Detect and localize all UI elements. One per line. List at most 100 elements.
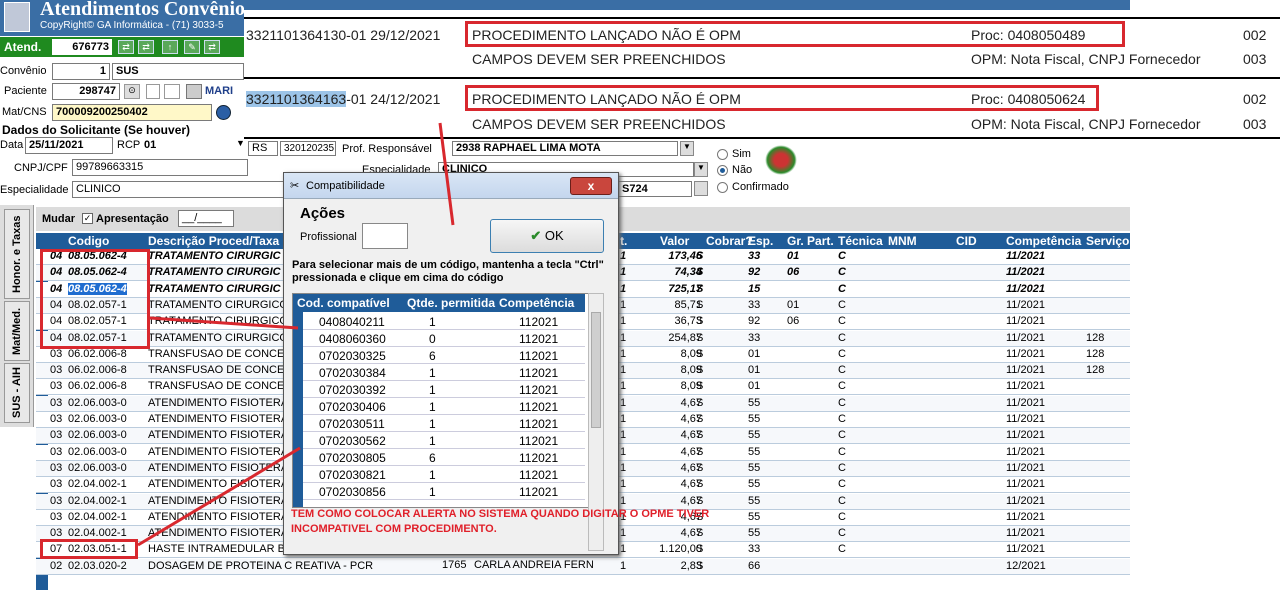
scroll-thumb[interactable] <box>591 312 601 428</box>
col-cobrar[interactable]: Cobrar? <box>706 234 753 248</box>
tool-icon-4[interactable]: ✎ <box>184 40 200 54</box>
tab-mat-med[interactable]: Mat/Med. <box>4 301 30 361</box>
apresentacao-field[interactable]: __/____ <box>178 210 234 227</box>
cell-cod: 02.06.003-0 <box>68 461 127 474</box>
cell-serv: 128 <box>1086 347 1105 360</box>
cell-valor: 2,83 <box>680 559 702 572</box>
col-competencia-dlg[interactable]: Competência <box>499 296 574 310</box>
cell-desc: ATENDIMENTO FISIOTERA <box>148 396 289 409</box>
col-tecnica[interactable]: Técnica <box>838 234 883 248</box>
paciente-label: Paciente <box>4 85 47 97</box>
convenio-number-field[interactable]: 1 <box>52 63 110 80</box>
paciente-name: MARI <box>205 85 234 97</box>
col-qtde-permitida[interactable]: Qtde. permitida <box>407 296 495 310</box>
tab-honor-taxas[interactable]: Honor. e Taxas <box>4 209 30 299</box>
num-field[interactable]: 320120235 <box>280 141 336 156</box>
compat-row[interactable]: 0702030392 1 112021 <box>293 382 585 398</box>
cell-cob: S <box>696 396 704 409</box>
compat-row[interactable]: 0702030384 1 112021 <box>293 365 585 381</box>
paciente-number-field[interactable]: 298747 <box>52 83 120 100</box>
prof-resp-field[interactable]: 2938 RAPHAEL LIMA MOTA <box>452 141 678 156</box>
banner-row2b-opm: OPM: Nota Fiscal, CNPJ Fornecedor <box>971 116 1201 132</box>
compat-cell-comp: 112021 <box>519 434 559 448</box>
compat-cell-cod: 0702030805 <box>319 451 386 465</box>
close-button[interactable]: x <box>570 177 612 195</box>
matcns-label: Mat/CNS <box>2 106 47 118</box>
col-qt[interactable]: t. <box>620 234 627 248</box>
prof-dropdown-icon[interactable]: ▼ <box>680 141 694 156</box>
banner-row1-msg: PROCEDIMENTO LANÇADO NÃO É OPM <box>472 27 741 43</box>
tool-icon-5[interactable]: ⇄ <box>204 40 220 54</box>
cell-tec: C <box>838 380 846 393</box>
compat-row[interactable]: 0702030325 6 112021 <box>293 348 585 364</box>
cell-comp: 11/2021 <box>1006 461 1045 474</box>
cell-comp: 11/2021 <box>1006 543 1045 556</box>
tab-sus-aih[interactable]: SUS - AIH <box>4 363 30 423</box>
col-mnm[interactable]: MNM <box>888 234 917 248</box>
binoculars-icon[interactable]: ⊙ <box>124 84 140 99</box>
compat-row[interactable]: 0702030406 1 112021 <box>293 399 585 415</box>
cell-desc: ATENDIMENTO FISIOTERA <box>148 445 289 458</box>
compat-row[interactable]: 0702030856 1 112021 <box>293 484 585 500</box>
compat-table-header: Cod. compatível Qtde. permitida Competên… <box>293 294 585 312</box>
cell-tec: C <box>838 445 846 458</box>
compat-row[interactable]: 0702030805 6 112021 <box>293 450 585 466</box>
apresentacao-checkbox[interactable]: ✓ <box>82 213 93 224</box>
cell-desc: ATENDIMENTO FISIOTERA <box>148 494 289 507</box>
col-valor[interactable]: Valor <box>660 234 689 248</box>
tool-icon-3[interactable]: ↑ <box>162 40 178 54</box>
globe-icon[interactable] <box>216 105 231 120</box>
document-icon[interactable] <box>146 84 160 99</box>
col-codigo[interactable]: Codigo <box>68 234 109 248</box>
cell-valor: 4,67 <box>680 527 702 540</box>
rcp-value: 01 <box>144 139 157 151</box>
atend-number-field[interactable]: 676773 <box>52 39 112 55</box>
radio-nao[interactable] <box>717 165 728 176</box>
print-icon[interactable] <box>186 84 202 99</box>
col-cod-compativel[interactable]: Cod. compatível <box>297 296 390 310</box>
col-cid[interactable]: CID <box>956 234 977 248</box>
col-grpart[interactable]: Gr. Part. <box>787 234 834 248</box>
cell-valor: 4,67 <box>680 461 702 474</box>
compat-row[interactable]: 0702030511 1 112021 <box>293 416 585 432</box>
compat-row[interactable]: 0408060360 0 112021 <box>293 331 585 347</box>
rs-field[interactable]: RS <box>248 141 278 156</box>
compat-row[interactable]: 0702030821 1 112021 <box>293 467 585 483</box>
banner-row2-id: 3321101364163-01 24/12/2021 <box>246 91 440 107</box>
compat-cell-cod: 0408040211 <box>319 315 385 329</box>
compat-row[interactable]: 0408040211 1 112021 <box>293 314 585 330</box>
col-competencia[interactable]: Competência <box>1006 234 1081 248</box>
banner-row2-code: 002 <box>1243 91 1267 107</box>
compat-row[interactable]: 0702030562 1 112021 <box>293 433 585 449</box>
tool-icon-1[interactable]: ⇄ <box>118 40 134 54</box>
copy-icon[interactable] <box>164 84 180 99</box>
cell-g: 03 <box>50 527 63 540</box>
clear-icon[interactable] <box>694 181 708 196</box>
cell-tec: C <box>838 396 846 409</box>
matcns-field[interactable]: 700009200250402 <box>52 104 212 121</box>
esp2-dropdown-icon[interactable]: ▼ <box>694 162 708 177</box>
s724-field[interactable]: S724 <box>618 181 692 197</box>
convenio-name-field[interactable]: SUS <box>112 63 244 80</box>
data-field[interactable]: 25/11/2021 <box>25 137 113 154</box>
compat-cell-qtde: 0 <box>429 332 436 346</box>
ok-button[interactable]: ✔ OK <box>490 219 604 253</box>
apresentacao-label: Apresentação <box>96 213 169 225</box>
especialidade-field[interactable]: CLINICO <box>72 181 292 198</box>
radio-sim[interactable] <box>717 149 728 160</box>
convenio-label: Convênio <box>0 65 47 77</box>
compat-cell-comp: 112021 <box>519 349 559 363</box>
tool-icon-2[interactable]: ⇄ <box>138 40 154 54</box>
cell-comp: 11/2021 <box>1006 478 1045 491</box>
col-esp[interactable]: Esp. <box>748 234 773 248</box>
cell-cod: 02.04.002-1 <box>68 494 127 507</box>
compat-cell-comp: 112021 <box>519 468 559 482</box>
last-row-num: 1765 <box>442 559 467 571</box>
radio-confirmado[interactable] <box>717 182 728 193</box>
col-servico[interactable]: Serviço <box>1086 234 1129 248</box>
cnpj-field[interactable]: 99789663315 <box>72 159 248 176</box>
cell-desc: ATENDIMENTO FISIOTERA <box>148 413 289 425</box>
col-descricao[interactable]: Descrição Proced/Taxa <box>148 234 279 248</box>
cell-tec: C <box>838 331 846 344</box>
profissional-field[interactable] <box>362 223 408 249</box>
